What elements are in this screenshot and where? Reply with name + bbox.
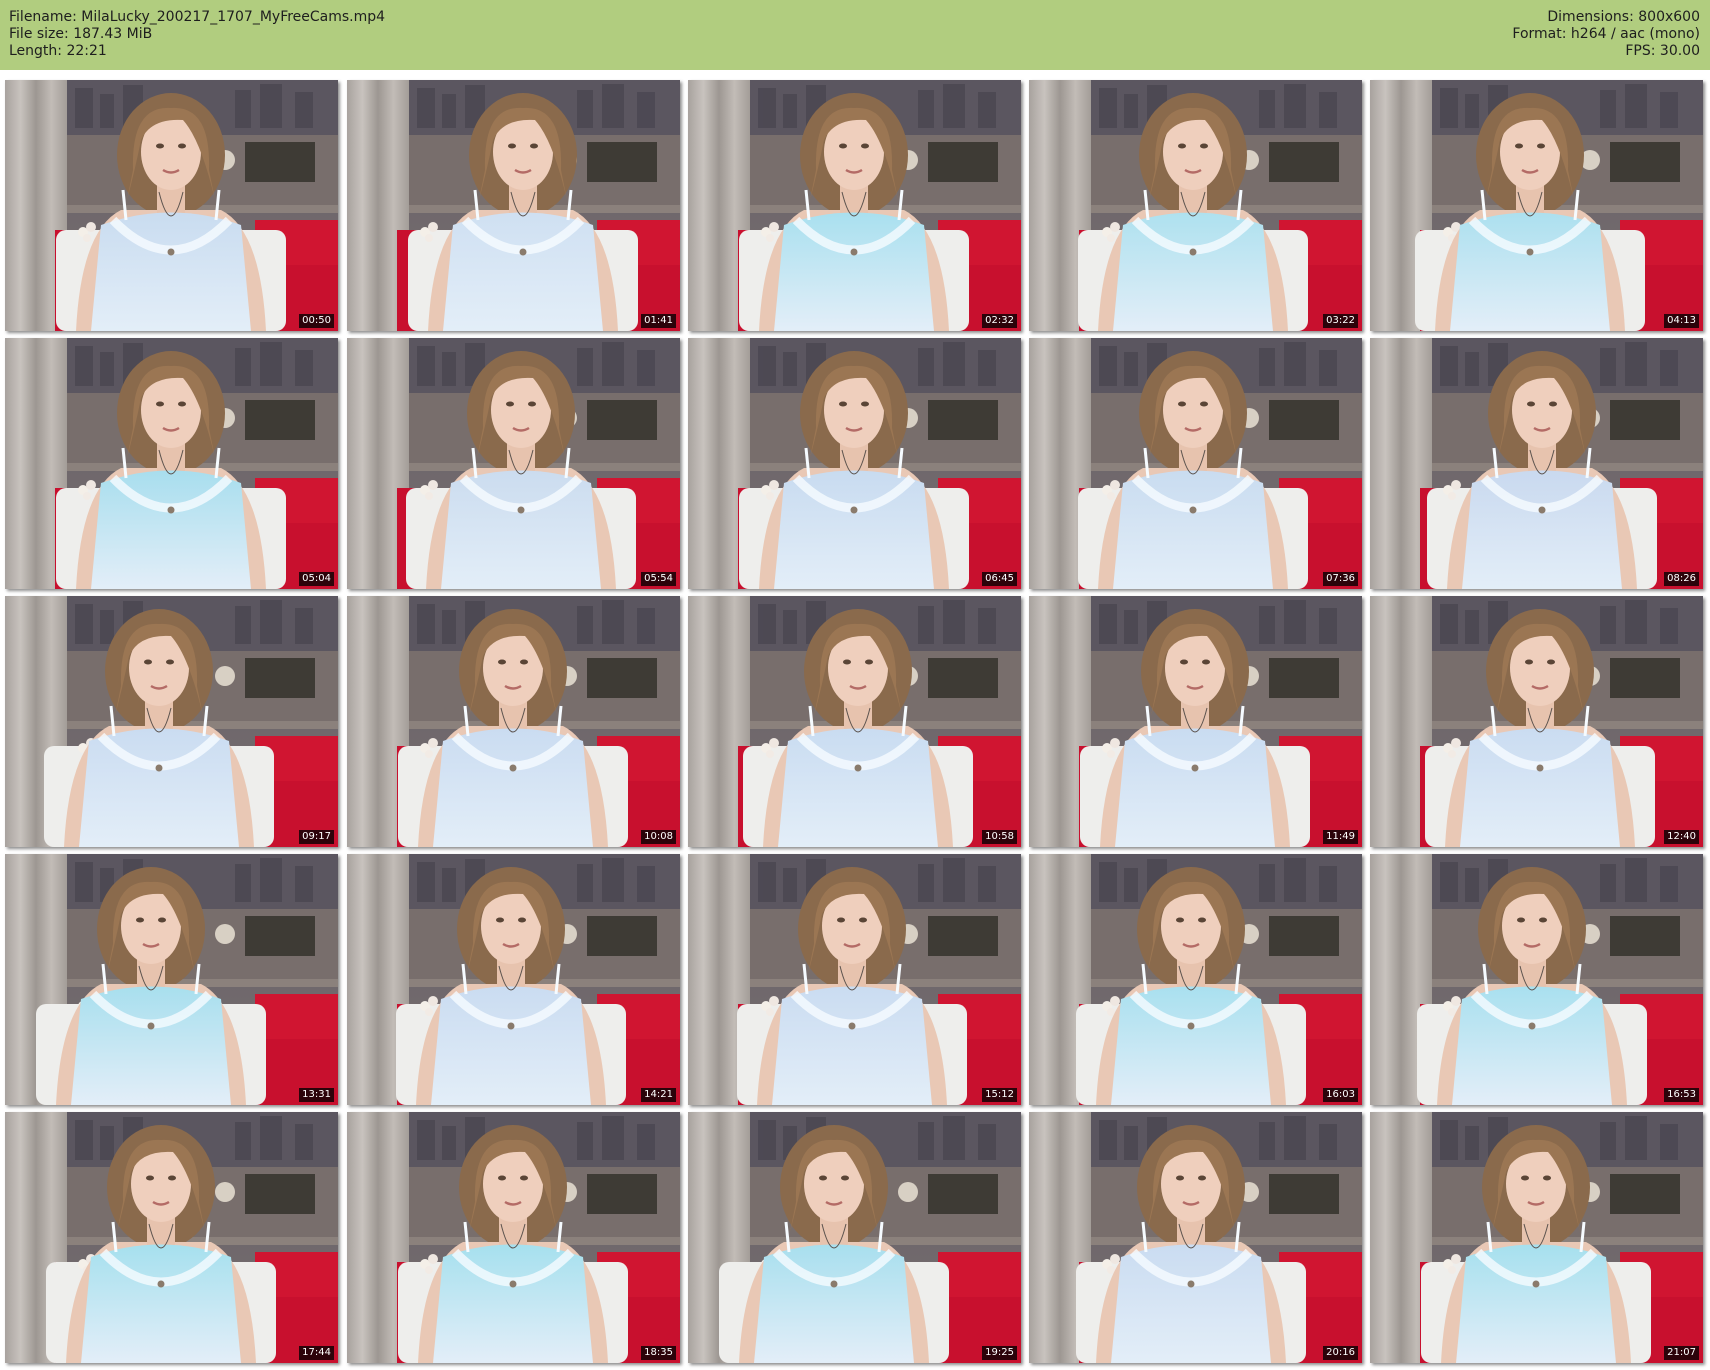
thumbnail-frame[interactable]: 19:25 (688, 1112, 1021, 1363)
frame-image (688, 596, 1021, 847)
timestamp-label: 09:17 (299, 830, 334, 844)
frame-image (5, 854, 338, 1105)
frame-image (1029, 338, 1362, 589)
timestamp-label: 11:49 (1323, 830, 1358, 844)
meta-left: Filename: MilaLucky_200217_1707_MyFreeCa… (9, 9, 385, 60)
timestamp-label: 07:36 (1323, 572, 1358, 586)
thumbnail-frame[interactable]: 16:03 (1029, 854, 1362, 1105)
frame-image (347, 596, 680, 847)
thumbnail-frame[interactable]: 02:32 (688, 80, 1021, 331)
frame-image (1029, 80, 1362, 331)
timestamp-label: 06:45 (982, 572, 1017, 586)
frame-image (1370, 338, 1703, 589)
thumbnail-frame[interactable]: 10:58 (688, 596, 1021, 847)
timestamp-label: 08:26 (1664, 572, 1699, 586)
thumbnail-frame[interactable]: 10:08 (347, 596, 680, 847)
timestamp-label: 01:41 (641, 314, 676, 328)
thumbnail-frame[interactable]: 09:17 (5, 596, 338, 847)
timestamp-label: 12:40 (1664, 830, 1699, 844)
dimensions-text: Dimensions: 800x600 (1547, 9, 1700, 25)
frame-image (347, 1112, 680, 1363)
frame-image (688, 80, 1021, 331)
thumbnail-frame[interactable]: 07:36 (1029, 338, 1362, 589)
thumbnail-grid: 00:50 01:41 02:32 03:22 04:13 05:04 05:5… (0, 70, 1710, 1370)
thumbnail-frame[interactable]: 16:53 (1370, 854, 1703, 1105)
timestamp-label: 05:54 (641, 572, 676, 586)
frame-image (688, 1112, 1021, 1363)
frame-image (688, 338, 1021, 589)
frame-image (347, 80, 680, 331)
frame-image (347, 338, 680, 589)
filename-text: Filename: MilaLucky_200217_1707_MyFreeCa… (9, 9, 386, 25)
frame-image (347, 854, 680, 1105)
timestamp-label: 21:07 (1664, 1346, 1699, 1360)
frame-image (5, 80, 338, 331)
thumbnail-frame[interactable]: 01:41 (347, 80, 680, 331)
timestamp-label: 16:53 (1664, 1088, 1699, 1102)
timestamp-label: 10:08 (641, 830, 676, 844)
thumbnail-frame[interactable]: 05:54 (347, 338, 680, 589)
timestamp-label: 15:12 (982, 1088, 1017, 1102)
thumbnail-frame[interactable]: 08:26 (1370, 338, 1703, 589)
timestamp-label: 00:50 (299, 314, 334, 328)
thumbnail-frame[interactable]: 18:35 (347, 1112, 680, 1363)
timestamp-label: 16:03 (1323, 1088, 1358, 1102)
timestamp-label: 04:13 (1664, 314, 1699, 328)
meta-right: Dimensions: 800x600 Format: h264 / aac (… (1512, 9, 1700, 60)
thumbnail-frame[interactable]: 04:13 (1370, 80, 1703, 331)
frame-image (5, 596, 338, 847)
timestamp-label: 14:21 (641, 1088, 676, 1102)
thumbnail-frame[interactable]: 05:04 (5, 338, 338, 589)
format-text: Format: h264 / aac (mono) (1512, 26, 1700, 42)
frame-image (688, 854, 1021, 1105)
timestamp-label: 05:04 (299, 572, 334, 586)
thumbnail-frame[interactable]: 06:45 (688, 338, 1021, 589)
frame-image (1029, 854, 1362, 1105)
timestamp-label: 19:25 (982, 1346, 1017, 1360)
timestamp-label: 18:35 (641, 1346, 676, 1360)
filesize-text: File size: 187.43 MiB (9, 26, 153, 42)
frame-image (1370, 80, 1703, 331)
thumbnail-frame[interactable]: 14:21 (347, 854, 680, 1105)
timestamp-label: 17:44 (299, 1346, 334, 1360)
timestamp-label: 20:16 (1323, 1346, 1358, 1360)
frame-image (1370, 1112, 1703, 1363)
frame-image (1370, 596, 1703, 847)
frame-image (1370, 854, 1703, 1105)
thumbnail-frame[interactable]: 17:44 (5, 1112, 338, 1363)
length-text: Length: 22:21 (9, 43, 107, 59)
frame-image (1029, 596, 1362, 847)
thumbnail-frame[interactable]: 03:22 (1029, 80, 1362, 331)
thumbnail-frame[interactable]: 15:12 (688, 854, 1021, 1105)
timestamp-label: 10:58 (982, 830, 1017, 844)
thumbnail-frame[interactable]: 12:40 (1370, 596, 1703, 847)
thumbnail-frame[interactable]: 21:07 (1370, 1112, 1703, 1363)
frame-image (5, 338, 338, 589)
timestamp-label: 02:32 (982, 314, 1017, 328)
thumbnail-frame[interactable]: 11:49 (1029, 596, 1362, 847)
frame-image (1029, 1112, 1362, 1363)
info-header: Filename: MilaLucky_200217_1707_MyFreeCa… (0, 0, 1710, 70)
timestamp-label: 13:31 (299, 1088, 334, 1102)
thumbnail-frame[interactable]: 00:50 (5, 80, 338, 331)
frame-image (5, 1112, 338, 1363)
thumbnail-frame[interactable]: 20:16 (1029, 1112, 1362, 1363)
fps-text: FPS: 30.00 (1625, 43, 1700, 59)
thumbnail-frame[interactable]: 13:31 (5, 854, 338, 1105)
timestamp-label: 03:22 (1323, 314, 1358, 328)
